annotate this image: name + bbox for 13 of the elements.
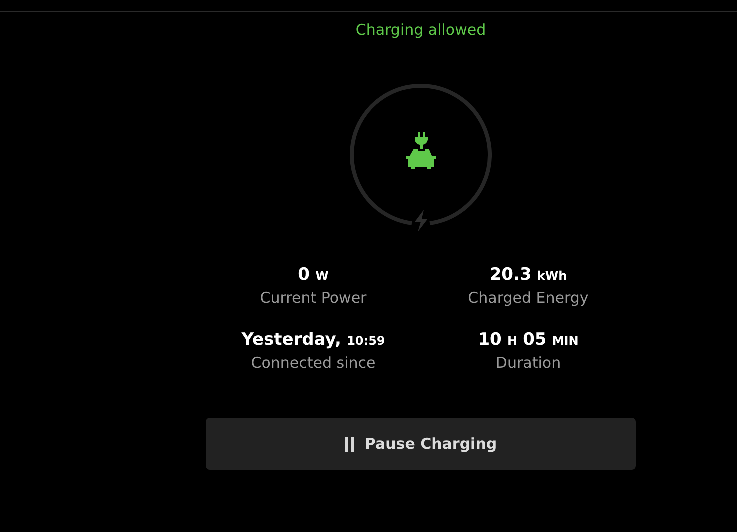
stat-value: 0 W xyxy=(298,264,329,287)
stat-value: 10 H 05 MIN xyxy=(478,329,579,352)
status-text: Charging allowed xyxy=(356,20,486,40)
car-plug-icon xyxy=(406,132,436,169)
stat-value: Yesterday, 10:59 xyxy=(242,329,386,352)
stat-value: 20.3 kWh xyxy=(490,264,568,287)
pause-icon xyxy=(344,436,355,452)
stat-label: Charged Energy xyxy=(468,288,589,309)
pause-charging-button[interactable]: Pause Charging xyxy=(206,418,636,470)
lightning-icon xyxy=(415,210,428,232)
stat-label: Connected since xyxy=(251,353,376,374)
stat-label: Current Power xyxy=(260,288,367,309)
stat-label: Duration xyxy=(496,353,562,374)
